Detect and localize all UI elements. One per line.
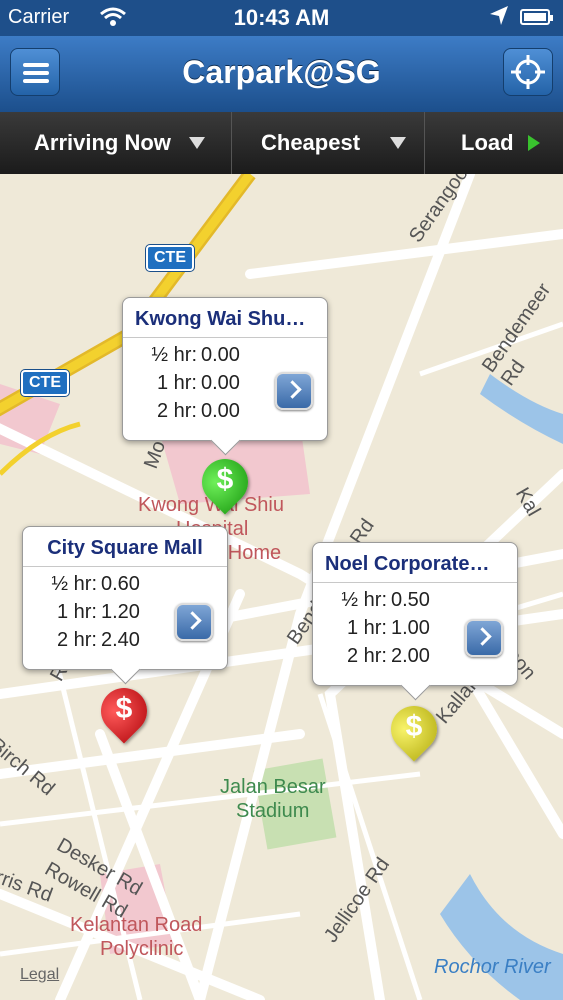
rate-label: 2 hr: xyxy=(346,645,387,667)
locate-button[interactable] xyxy=(503,48,553,96)
dollar-icon: $ xyxy=(115,692,133,725)
filter-toolbar: Arriving Now Cheapest Load xyxy=(0,112,563,174)
load-button[interactable]: Load xyxy=(461,112,540,174)
map-view[interactable]: CTE CTE Serangoon Rd Bendemeer Rd Kwong … xyxy=(0,174,563,1000)
callout-title: City Square Mall xyxy=(23,527,227,567)
legal-link[interactable]: Legal xyxy=(20,966,59,984)
dollar-icon: $ xyxy=(405,710,423,743)
carpark-pin-free[interactable]: $ xyxy=(192,449,258,517)
rate-label: 1 hr: xyxy=(56,601,97,623)
rate-value: 2.40 xyxy=(101,629,140,651)
battery-icon xyxy=(520,9,553,25)
expressway-shield: CTE xyxy=(146,245,194,271)
crosshair-icon xyxy=(511,55,545,89)
arriving-dropdown[interactable]: Arriving Now xyxy=(34,112,205,174)
rate-value: 0.00 xyxy=(201,344,240,366)
rate-label: 2 hr: xyxy=(156,400,197,422)
rate-label: ½ hr: xyxy=(51,573,97,595)
carpark-pin-expensive[interactable]: $ xyxy=(91,678,157,746)
clock: 10:43 AM xyxy=(233,5,330,30)
play-icon xyxy=(527,135,540,151)
river-label: Rochor River xyxy=(434,956,551,978)
detail-disclosure-button[interactable] xyxy=(275,372,313,410)
location-arrow-icon xyxy=(488,4,510,33)
callout-title: Noel Corporate… xyxy=(313,543,517,583)
rate-value: 1.00 xyxy=(391,617,430,639)
detail-disclosure-button[interactable] xyxy=(465,619,503,657)
expressway-shield: CTE xyxy=(21,370,69,396)
rate-value: 2.00 xyxy=(391,645,430,667)
rate-label: 2 hr: xyxy=(56,629,97,651)
rate-value: 0.00 xyxy=(201,372,240,394)
carpark-callout[interactable]: Noel Corporate… ½ hr: 0.50 1 hr: 1.00 2 hr… xyxy=(312,542,518,701)
rate-row: ½ hr: 0.60 xyxy=(23,573,227,601)
sort-label: Cheapest xyxy=(261,130,361,155)
rate-label: 1 hr: xyxy=(156,372,197,394)
rate-value: 1.20 xyxy=(101,601,140,623)
detail-disclosure-button[interactable] xyxy=(175,603,213,641)
status-bar: Carrier 10:43 AM xyxy=(0,0,563,36)
rate-value: 0.60 xyxy=(101,573,140,595)
rate-value: 0.00 xyxy=(201,400,240,422)
rate-label: 1 hr: xyxy=(346,617,387,639)
place-label: Kelantan Road xyxy=(70,914,203,936)
carpark-pin-moderate[interactable]: $ xyxy=(381,696,447,764)
place-label: Jalan Besar xyxy=(220,776,326,798)
rate-label: ½ hr: xyxy=(151,344,197,366)
load-label: Load xyxy=(461,130,514,155)
callout-title: Kwong Wai Shu… xyxy=(123,298,327,338)
dropdown-arrow-icon xyxy=(188,137,205,149)
rate-row: ½ hr: 0.50 xyxy=(313,589,517,617)
dropdown-arrow-icon xyxy=(390,137,407,149)
place-label: Stadium xyxy=(236,800,310,822)
carpark-callout[interactable]: Kwong Wai Shu… ½ hr: 0.00 1 hr: 0.00 2 hr:… xyxy=(122,297,328,456)
carpark-callout[interactable]: City Square Mall ½ hr: 0.60 1 hr: 1.20 2 h… xyxy=(22,526,228,685)
place-label: Polyclinic xyxy=(100,938,184,960)
rate-label: ½ hr: xyxy=(341,589,387,611)
sort-dropdown[interactable]: Cheapest xyxy=(261,112,407,174)
app-title: Carpark@SG xyxy=(182,54,381,90)
arriving-label: Arriving Now xyxy=(34,130,171,155)
rate-row: ½ hr: 0.00 xyxy=(123,344,327,372)
dollar-icon: $ xyxy=(216,463,234,496)
rate-value: 0.50 xyxy=(391,589,430,611)
navigation-bar: Carpark@SG xyxy=(0,36,563,113)
